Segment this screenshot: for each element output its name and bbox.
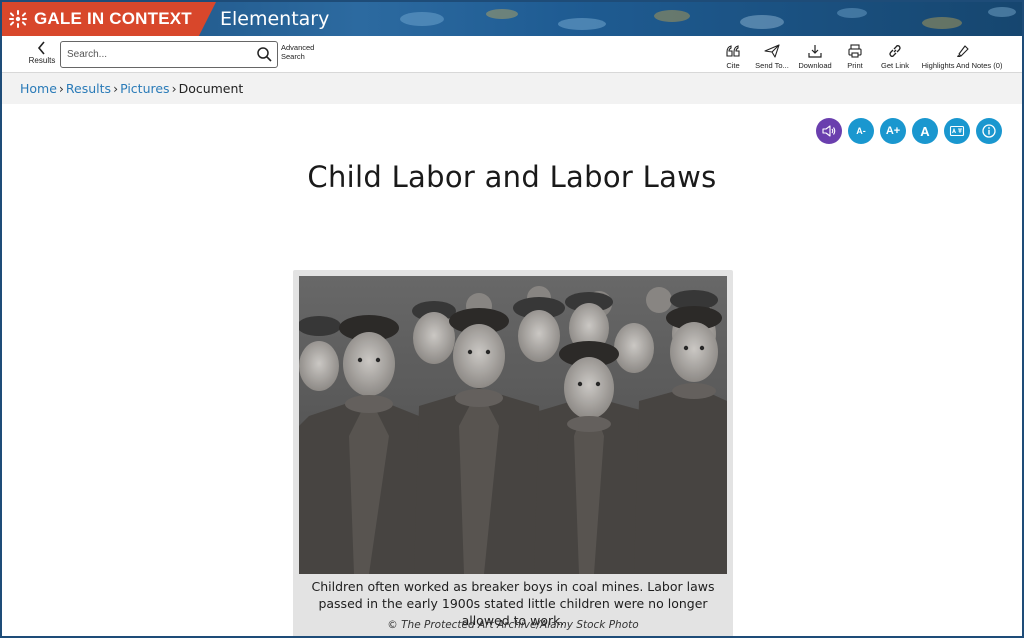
decorative-fish-pattern <box>400 7 1016 30</box>
send-icon <box>764 44 780 58</box>
breadcrumb-home[interactable]: Home <box>20 81 57 96</box>
document-figure: Children often worked as breaker boys in… <box>293 270 733 636</box>
highlights-notes-button[interactable]: Highlights And Notes (0) <box>916 43 1008 71</box>
advanced-search-label-line1: Advanced <box>281 43 315 52</box>
translate-button[interactable] <box>944 118 970 144</box>
cite-label: Cite <box>726 61 740 70</box>
breadcrumb-current: Document <box>178 81 244 96</box>
info-button[interactable] <box>976 118 1002 144</box>
toolbar: Results Advanced Search Cite <box>2 36 1022 73</box>
print-icon <box>848 44 862 58</box>
page-frame: GALE IN CONTEXT Elementary Results Advan… <box>0 0 1024 638</box>
text-increase-icon: A+ <box>885 125 901 137</box>
link-icon <box>889 45 901 57</box>
brand-name: GALE IN CONTEXT <box>34 9 192 28</box>
listen-button[interactable] <box>816 118 842 144</box>
child-labor-photo[interactable] <box>299 276 727 574</box>
document-tools: Cite Send To... Download Print Get Link … <box>716 43 1022 71</box>
speaker-icon <box>822 125 836 137</box>
back-to-results-button[interactable]: Results <box>26 41 58 69</box>
send-to-button[interactable]: Send To... <box>750 43 794 71</box>
highlighter-icon <box>957 45 969 57</box>
breadcrumb-separator: › <box>113 81 119 96</box>
document-title: Child Labor and Labor Laws <box>307 160 717 194</box>
cite-button[interactable]: Cite <box>716 43 750 71</box>
download-icon <box>808 45 822 58</box>
font-style-button[interactable]: A <box>912 118 938 144</box>
print-label: Print <box>847 61 863 70</box>
breadcrumb-pictures[interactable]: Pictures <box>120 81 170 96</box>
gale-logo-icon <box>9 10 27 28</box>
breaker-boys-photo-image <box>299 276 727 574</box>
search-input[interactable] <box>67 45 247 64</box>
breadcrumb: Home › Results › Pictures › Document <box>20 81 243 96</box>
search-icon[interactable] <box>256 46 273 63</box>
header-banner: GALE IN CONTEXT Elementary <box>2 2 1022 36</box>
font-style-icon: A <box>920 123 930 139</box>
get-link-button[interactable]: Get Link <box>874 43 916 71</box>
breadcrumb-bar: Home › Results › Pictures › Document <box>2 73 1022 104</box>
text-decrease-icon: A- <box>856 126 866 136</box>
download-button[interactable]: Download <box>794 43 836 71</box>
photo-credit: © The Protected Art Archive/Alamy Stock … <box>387 619 639 631</box>
info-icon <box>982 124 996 138</box>
results-label: Results <box>28 56 56 65</box>
translate-icon <box>949 125 965 137</box>
breadcrumb-separator: › <box>58 81 64 96</box>
product-name: Elementary <box>220 8 330 30</box>
send-to-label: Send To... <box>755 61 789 70</box>
chevron-left-icon <box>37 41 45 55</box>
decrease-text-button[interactable]: A- <box>848 118 874 144</box>
reading-tools: A- A+ A <box>816 118 1002 144</box>
breadcrumb-results[interactable]: Results <box>66 81 111 96</box>
advanced-search-label-line2: Search <box>281 52 305 61</box>
brand-logo-block[interactable]: GALE IN CONTEXT <box>2 2 216 36</box>
print-button[interactable]: Print <box>836 43 874 71</box>
search-box <box>60 41 278 68</box>
advanced-search-link[interactable]: Advanced Search <box>281 43 321 61</box>
breadcrumb-separator: › <box>171 81 177 96</box>
download-label: Download <box>798 61 832 70</box>
get-link-label: Get Link <box>881 61 909 70</box>
highlights-notes-label: Highlights And Notes (0) <box>921 61 1003 70</box>
quote-icon <box>726 45 740 57</box>
increase-text-button[interactable]: A+ <box>880 118 906 144</box>
